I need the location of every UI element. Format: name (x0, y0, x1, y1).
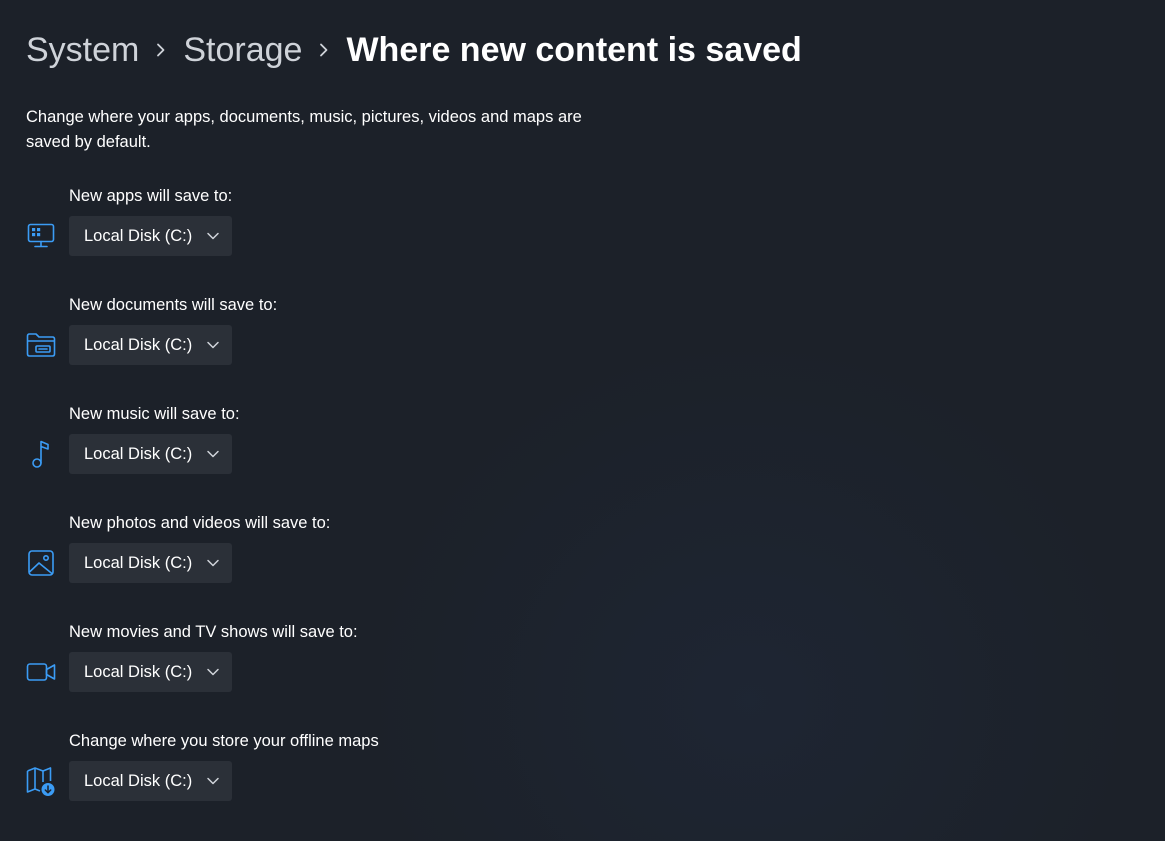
chevron-down-icon (207, 450, 219, 458)
setting-apps: New apps will save to: Local Disk (C:) (24, 185, 624, 275)
setting-label-maps: Change where you store your offline maps (69, 732, 379, 750)
documents-location-dropdown[interactable]: Local Disk (C:) (69, 325, 232, 365)
maps-location-dropdown[interactable]: Local Disk (C:) (69, 761, 232, 801)
chevron-right-icon (302, 26, 346, 74)
chevron-down-icon (207, 777, 219, 785)
chevron-down-icon (207, 232, 219, 240)
chevron-right-icon (139, 26, 183, 74)
photo-icon (24, 546, 58, 580)
setting-movies: New movies and TV shows will save to: Lo… (24, 621, 624, 711)
setting-documents: New documents will save to: Local Disk (… (24, 294, 624, 384)
page-description: Change where your apps, documents, music… (26, 108, 582, 151)
setting-label-photos: New photos and videos will save to: (69, 514, 331, 532)
breadcrumb: System Storage Where new content is save… (26, 26, 802, 74)
documents-folder-icon (24, 328, 58, 362)
video-camera-icon (24, 655, 58, 689)
apps-monitor-icon (24, 219, 58, 253)
setting-music: New music will save to: Local Disk (C:) (24, 403, 624, 493)
chevron-down-icon (207, 559, 219, 567)
page-title: Where new content is saved (346, 31, 802, 69)
dropdown-value: Local Disk (C:) (84, 445, 193, 463)
dropdown-value: Local Disk (C:) (84, 554, 193, 572)
setting-offline-maps: Change where you store your offline maps… (24, 730, 624, 820)
movies-location-dropdown[interactable]: Local Disk (C:) (69, 652, 232, 692)
setting-label-movies: New movies and TV shows will save to: (69, 623, 358, 641)
dropdown-value: Local Disk (C:) (84, 336, 193, 354)
chevron-down-icon (207, 668, 219, 676)
music-location-dropdown[interactable]: Local Disk (C:) (69, 434, 232, 474)
offline-maps-icon (24, 764, 58, 798)
breadcrumb-storage[interactable]: Storage (183, 26, 302, 74)
photos-location-dropdown[interactable]: Local Disk (C:) (69, 543, 232, 583)
setting-label-music: New music will save to: (69, 405, 240, 423)
setting-photos: New photos and videos will save to: Loca… (24, 512, 624, 602)
breadcrumb-system[interactable]: System (26, 26, 139, 74)
chevron-down-icon (207, 341, 219, 349)
music-note-icon (24, 437, 58, 471)
setting-label-apps: New apps will save to: (69, 187, 233, 205)
dropdown-value: Local Disk (C:) (84, 663, 193, 681)
dropdown-value: Local Disk (C:) (84, 772, 193, 790)
setting-label-documents: New documents will save to: (69, 296, 278, 314)
apps-location-dropdown[interactable]: Local Disk (C:) (69, 216, 232, 256)
dropdown-value: Local Disk (C:) (84, 227, 193, 245)
